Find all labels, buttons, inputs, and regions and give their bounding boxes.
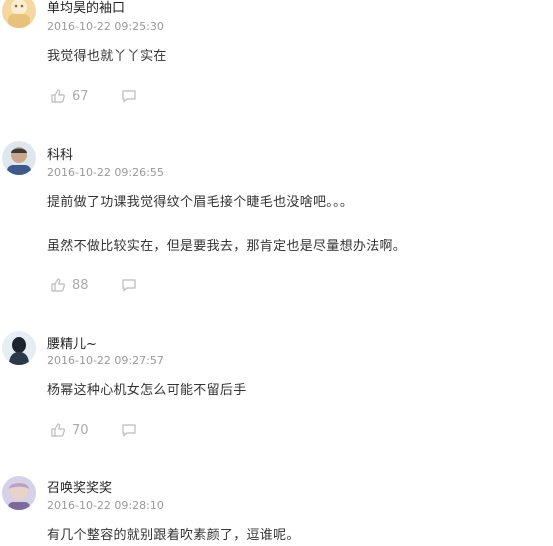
reply-button[interactable] (121, 88, 137, 104)
comment-text: 杨幂这种心机女怎么可能不留后手 (47, 383, 247, 398)
like-count: 70 (72, 422, 89, 438)
avatar[interactable] (2, 0, 36, 28)
comment-actions: 67 (50, 87, 137, 105)
like-count: 67 (72, 88, 89, 104)
username[interactable]: 腰精儿~ (47, 333, 97, 352)
thumbs-up-icon (50, 277, 66, 293)
like-button[interactable]: 70 (50, 422, 89, 438)
like-button[interactable]: 88 (50, 277, 89, 293)
comment-text: 有几个整容的就别跟着吹素颜了，逗谁呢。 (47, 528, 300, 543)
avatar[interactable] (2, 476, 36, 510)
thumbs-up-icon (50, 422, 66, 438)
comment-actions: 88 (50, 276, 137, 294)
timestamp: 2016-10-22 09:27:57 (47, 354, 164, 367)
username[interactable]: 召唤奖奖奖 (47, 477, 112, 496)
timestamp: 2016-10-22 09:25:30 (47, 20, 164, 33)
thumbs-up-icon (50, 88, 66, 104)
avatar[interactable] (2, 141, 36, 175)
comment-bubble-icon (121, 277, 137, 293)
username[interactable]: 单均昊的袖口 (47, 0, 125, 16)
comment-bubble-icon (121, 422, 137, 438)
comment-text: 提前做了功课我觉得纹个眉毛接个睫毛也没啥吧。。。 (47, 195, 354, 210)
avatar[interactable] (2, 331, 36, 365)
reply-button[interactable] (121, 422, 137, 438)
timestamp: 2016-10-22 09:26:55 (47, 166, 164, 179)
comment-text: 我觉得也就丫丫实在 (47, 49, 167, 64)
timestamp: 2016-10-22 09:28:10 (47, 499, 164, 512)
like-count: 88 (72, 277, 89, 293)
comment-bubble-icon (121, 88, 137, 104)
reply-button[interactable] (121, 277, 137, 293)
comment-actions: 70 (50, 421, 137, 439)
username[interactable]: 科科 (47, 144, 73, 163)
comment-text: 虽然不做比较实在，但是要我去，那肯定也是尽量想办法啊。 (47, 239, 407, 254)
like-button[interactable]: 67 (50, 88, 89, 104)
